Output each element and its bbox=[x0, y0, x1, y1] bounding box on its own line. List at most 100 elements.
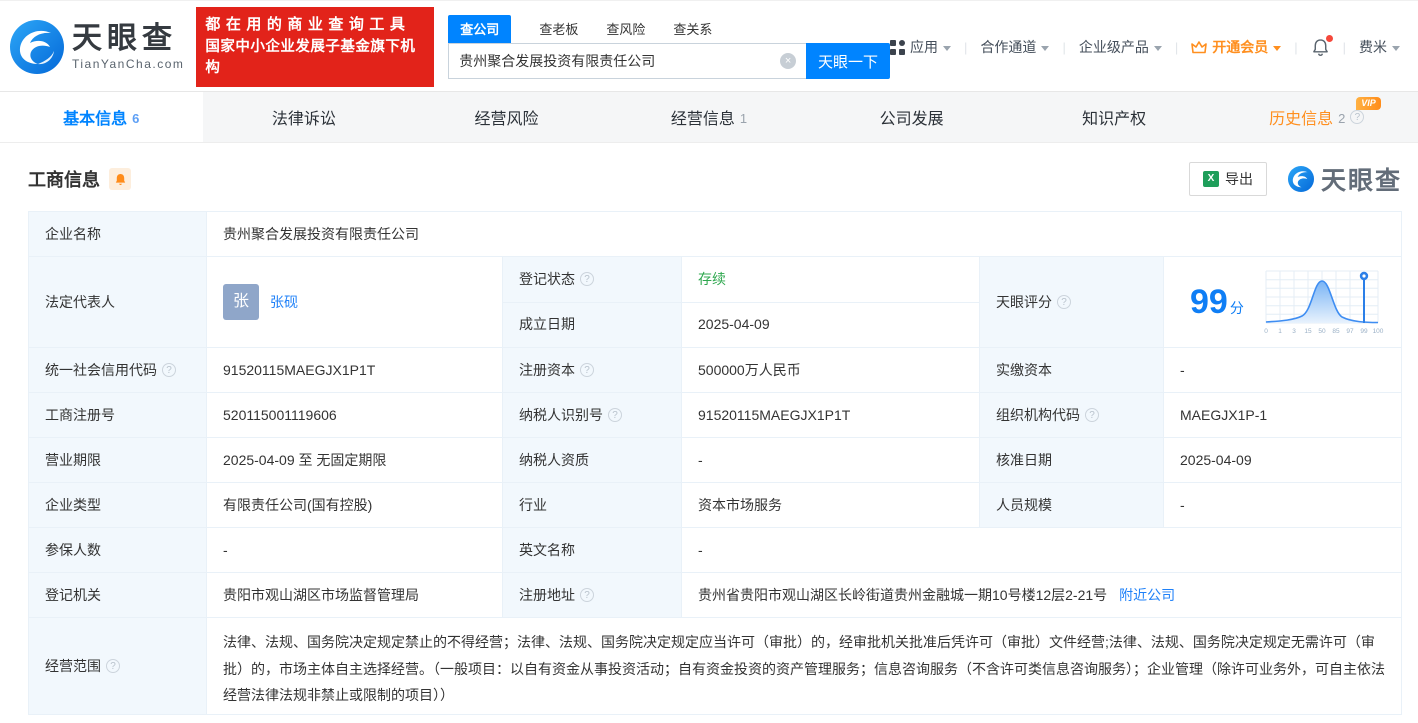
company-detail-tabs: 基本信息 6 法律诉讼 经营风险 经营信息 1 公司发展 知识产权 VIP 历史… bbox=[0, 91, 1418, 143]
field-label-business-term: 营业期限 bbox=[29, 438, 206, 482]
field-label-business-scope: 经营范围 ? bbox=[29, 618, 206, 714]
section-title-wrap: 工商信息 bbox=[28, 166, 131, 192]
nav-separator: | bbox=[964, 39, 968, 55]
field-label-reg-status: 登记状态 ? bbox=[503, 257, 681, 302]
top-header: 天眼查 TianYanCha.com 都在用的商业查询工具 国家中小企业发展子基… bbox=[0, 1, 1418, 91]
field-label-approved-date: 核准日期 bbox=[980, 438, 1163, 482]
tab-risk[interactable]: 经营风险 bbox=[405, 92, 608, 142]
tianyancha-logo[interactable]: 天眼查 TianYanCha.com bbox=[8, 18, 184, 76]
chevron-down-icon bbox=[1392, 45, 1400, 51]
help-icon[interactable]: ? bbox=[1057, 295, 1071, 309]
search-input[interactable] bbox=[459, 53, 781, 69]
field-value-reg-no: 520115001119606 bbox=[207, 393, 502, 437]
legal-rep-avatar[interactable]: 张 bbox=[223, 284, 259, 320]
nav-apps[interactable]: 应用 bbox=[890, 37, 952, 57]
chevron-down-icon bbox=[1041, 45, 1050, 51]
field-value-industry: 资本市场服务 bbox=[682, 483, 979, 527]
tab-basic-info-label: 基本信息 bbox=[63, 111, 128, 128]
search-row: × 天眼一下 bbox=[448, 43, 891, 79]
search-tab-relation[interactable]: 查关系 bbox=[673, 15, 712, 43]
tab-legal[interactable]: 法律诉讼 bbox=[203, 92, 406, 142]
tab-development[interactable]: 公司发展 bbox=[810, 92, 1013, 142]
chart-tick: 85 bbox=[1332, 328, 1340, 335]
tab-basic-info[interactable]: 基本信息 6 bbox=[0, 92, 203, 142]
clear-icon[interactable]: × bbox=[780, 53, 797, 69]
watermark-logo: 天眼查 bbox=[1287, 161, 1402, 197]
help-icon[interactable]: ? bbox=[580, 363, 594, 377]
score-number: 99 bbox=[1190, 283, 1228, 321]
nearby-companies-link[interactable]: 附近公司 bbox=[1119, 585, 1175, 606]
chart-tick: 15 bbox=[1304, 328, 1312, 335]
section-actions: X 导出 天眼查 bbox=[1188, 161, 1402, 197]
brand-slogan-banner: 都在用的商业查询工具 国家中小企业发展子基金旗下机构 bbox=[196, 7, 435, 87]
search-button[interactable]: 天眼一下 bbox=[806, 43, 891, 79]
field-value-staff-size: - bbox=[1164, 483, 1401, 527]
vip-badge: VIP bbox=[1356, 97, 1381, 110]
nav-separator: | bbox=[1342, 39, 1346, 55]
nav-user[interactable]: 费米 bbox=[1359, 37, 1400, 57]
legal-rep-name-link[interactable]: 张砚 bbox=[270, 292, 298, 313]
field-label-registry: 登记机关 bbox=[29, 573, 206, 617]
help-icon[interactable]: ? bbox=[1350, 110, 1365, 124]
score-distribution-chart: 0 1 3 15 50 85 97 99 100 bbox=[1264, 270, 1384, 335]
tab-history[interactable]: VIP 历史信息 2 ? bbox=[1215, 92, 1418, 142]
tab-ip[interactable]: 知识产权 bbox=[1013, 92, 1216, 142]
score-number-wrap: 99 分 bbox=[1190, 285, 1244, 319]
top-nav: 应用 | 合作通道 | 企业级产品 | 开通会员 | | 费米 bbox=[890, 34, 1408, 57]
help-icon[interactable]: ? bbox=[106, 659, 120, 673]
field-value-business-term: 2025-04-09 至 无固定期限 bbox=[207, 438, 502, 482]
tyc-score-label-text: 天眼评分 bbox=[996, 293, 1052, 310]
help-icon[interactable]: ? bbox=[162, 363, 176, 377]
field-value-reg-address: 贵州省贵阳市观山湖区长岭街道贵州金融城一期10号楼12层2-21号 附近公司 bbox=[682, 573, 1401, 617]
search-tab-risk[interactable]: 查风险 bbox=[606, 15, 645, 43]
notification-bell-icon[interactable] bbox=[1311, 34, 1333, 57]
search-block: 查公司 查老板 查风险 查关系 × 天眼一下 bbox=[448, 15, 891, 79]
field-label-industry: 行业 bbox=[503, 483, 681, 527]
apps-grid-icon bbox=[890, 39, 906, 55]
field-label-insured-num: 参保人数 bbox=[29, 528, 206, 572]
nav-enterprise-label: 企业级产品 bbox=[1078, 39, 1149, 55]
taxpayer-no-label-text: 纳税人识别号 bbox=[519, 406, 603, 423]
nav-apps-label: 应用 bbox=[910, 39, 939, 55]
nav-separator: | bbox=[1174, 39, 1179, 55]
nav-enterprise[interactable]: 企业级产品 bbox=[1079, 37, 1162, 57]
reg-address-text: 贵州省贵阳市观山湖区长岭街道贵州金融城一期10号楼12层2-21号 bbox=[698, 586, 1108, 603]
help-icon[interactable]: ? bbox=[580, 272, 594, 287]
help-icon[interactable]: ? bbox=[608, 408, 622, 422]
field-label-establish-date: 成立日期 bbox=[503, 302, 681, 347]
tab-risk-label: 经营风险 bbox=[474, 111, 539, 128]
nav-vip-label: 开通会员 bbox=[1212, 39, 1269, 55]
search-tab-company[interactable]: 查公司 bbox=[448, 15, 512, 43]
field-label-reg-capital: 注册资本 ? bbox=[503, 348, 681, 392]
chart-tick: 99 bbox=[1360, 328, 1368, 335]
nav-user-label: 费米 bbox=[1359, 39, 1387, 55]
search-tab-boss[interactable]: 查老板 bbox=[539, 15, 578, 43]
help-icon[interactable]: ? bbox=[1085, 408, 1099, 422]
nav-vip[interactable]: 开通会员 bbox=[1191, 37, 1282, 57]
tab-operation-label: 经营信息 bbox=[670, 111, 735, 128]
field-value-taxpayer-no: 91520115MAEGJX1P1T bbox=[682, 393, 979, 437]
chevron-down-icon bbox=[1153, 45, 1162, 51]
excel-icon: X bbox=[1202, 171, 1219, 187]
field-label-reg-address: 注册地址 ? bbox=[503, 573, 681, 617]
search-tabs: 查公司 查老板 查风险 查关系 bbox=[448, 15, 890, 43]
field-value-company-type: 有限责任公司(国有控股) bbox=[207, 483, 502, 527]
watermark-logo-icon bbox=[1287, 165, 1315, 193]
field-label-legal-rep: 法定代表人 bbox=[29, 257, 206, 347]
subscribe-bell-icon[interactable] bbox=[109, 168, 131, 190]
export-button[interactable]: X 导出 bbox=[1188, 162, 1267, 196]
nav-partner[interactable]: 合作通道 bbox=[980, 37, 1050, 57]
field-label-staff-size: 人员规模 bbox=[980, 483, 1163, 527]
slogan-line1: 都在用的商业查询工具 bbox=[205, 16, 411, 33]
field-value-tyc-score: 99 分 0 1 3 15 50 85 97 99 100 bbox=[1164, 257, 1401, 347]
field-label-credit-code: 统一社会信用代码 ? bbox=[29, 348, 206, 392]
help-icon[interactable]: ? bbox=[580, 588, 594, 602]
field-label-taxpayer-qualification: 纳税人资质 bbox=[503, 438, 681, 482]
field-label-tyc-score: 天眼评分 ? bbox=[980, 257, 1163, 347]
status-date-subgrid: 登记状态 ? 存续 成立日期 2025-04-09 bbox=[503, 257, 979, 347]
tab-history-count: 2 bbox=[1338, 110, 1346, 126]
field-label-org-code: 组织机构代码 ? bbox=[980, 393, 1163, 437]
field-value-taxpayer-qualification: - bbox=[682, 438, 979, 482]
tab-operation[interactable]: 经营信息 1 bbox=[608, 92, 811, 142]
chart-tick: 0 bbox=[1264, 328, 1268, 335]
